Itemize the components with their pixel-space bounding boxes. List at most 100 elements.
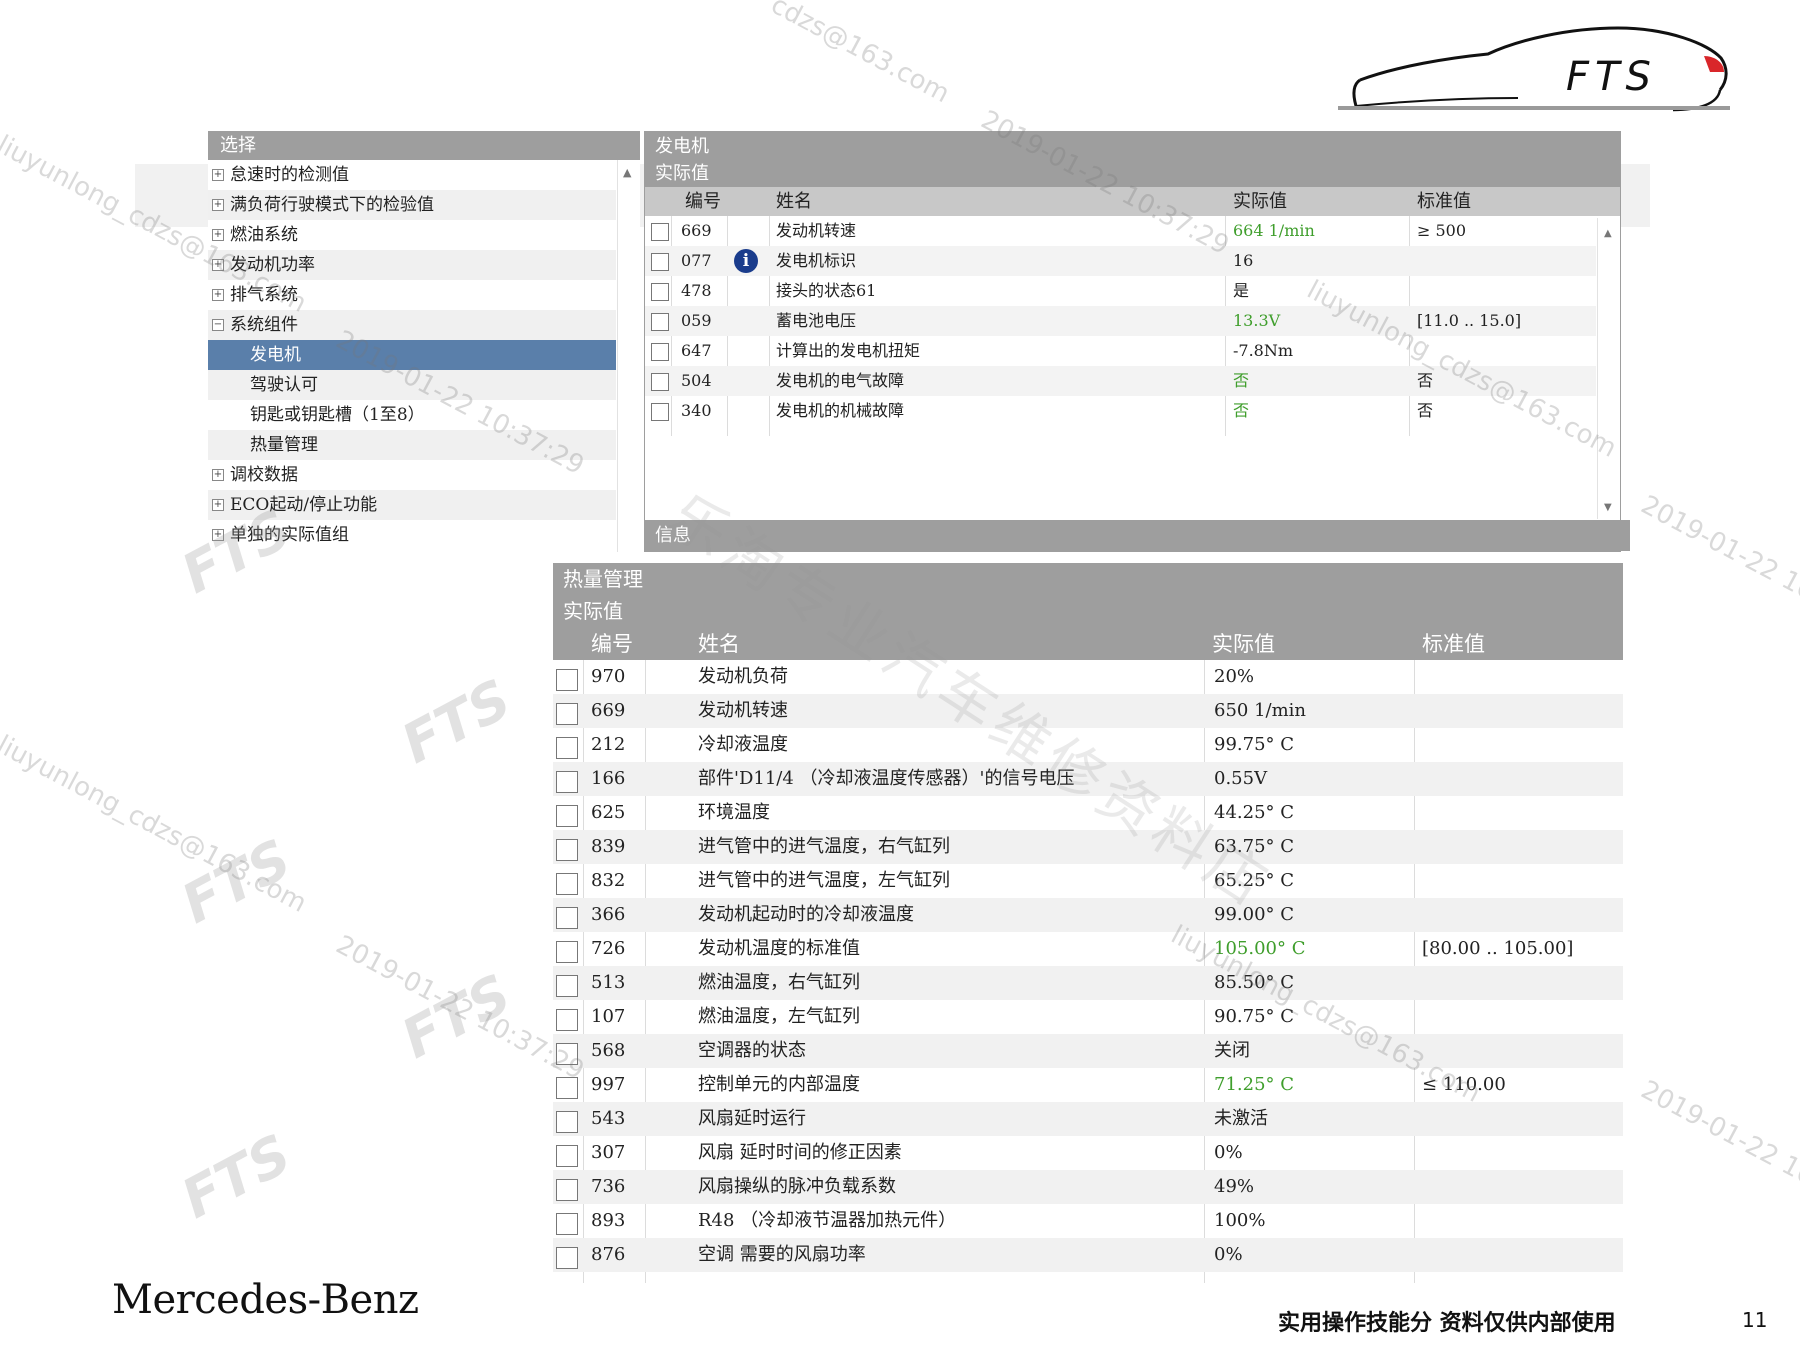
expand-icon[interactable]: + (212, 289, 224, 301)
tree-item-thermal-management[interactable]: 热量管理 (208, 430, 616, 460)
row-checkbox[interactable] (556, 771, 578, 793)
row-checkbox[interactable] (556, 1247, 578, 1269)
scroll-up-icon[interactable]: ▲ (1604, 228, 1612, 239)
col-actual[interactable]: 实际值 (1212, 628, 1275, 660)
row-standard: [80.00 .. 105.00] (1422, 938, 1574, 959)
table-row[interactable]: 970 发动机负荷 20% (553, 660, 1623, 694)
row-id: 366 (591, 904, 626, 925)
row-checkbox[interactable] (651, 253, 669, 271)
row-checkbox[interactable] (651, 223, 669, 241)
col-standard[interactable]: 标准值 (1422, 628, 1485, 660)
table-row[interactable]: 543 风扇延时运行 未激活 (553, 1102, 1623, 1136)
row-checkbox[interactable] (651, 373, 669, 391)
row-checkbox[interactable] (556, 805, 578, 827)
tree-scrollbar[interactable]: ▲ (617, 160, 640, 552)
table-row[interactable]: 625 环境温度 44.25° C (553, 796, 1623, 830)
table-row[interactable]: 726 发动机温度的标准值 105.00° C [80.00 .. 105.00… (553, 932, 1623, 966)
table-row[interactable]: 077 i 发电机标识 16 (645, 246, 1596, 276)
table-row[interactable]: 832 进气管中的进气温度，左气缸列 65.25° C (553, 864, 1623, 898)
row-checkbox[interactable] (556, 941, 578, 963)
row-checkbox[interactable] (651, 403, 669, 421)
table-row[interactable]: 212 冷却液温度 99.75° C (553, 728, 1623, 762)
row-checkbox[interactable] (556, 1009, 578, 1031)
row-checkbox[interactable] (556, 1179, 578, 1201)
tree-item-eco-start-stop[interactable]: + ECO起动/停止功能 (208, 490, 616, 520)
row-checkbox[interactable] (651, 313, 669, 331)
table-row[interactable]: 504 发电机的电气故障 否 否 (645, 366, 1596, 396)
watermark-fts: FTS (391, 667, 521, 776)
col-name[interactable]: 姓名 (776, 187, 812, 216)
col-name[interactable]: 姓名 (698, 628, 740, 660)
row-checkbox[interactable] (556, 1111, 578, 1133)
table-row[interactable]: 997 控制单元的内部温度 71.25° C ≤ 110.00 (553, 1068, 1623, 1102)
expand-icon[interactable]: + (212, 229, 224, 241)
row-name: 风扇操纵的脉冲负载系数 (698, 1176, 896, 1197)
table-row[interactable]: 669 发动机转速 650 1/min (553, 694, 1623, 728)
row-checkbox[interactable] (556, 975, 578, 997)
tree-item-engine-power[interactable]: + 发动机功率 (208, 250, 616, 280)
tree-item-idle-values[interactable]: + 怠速时的检测值 (208, 160, 616, 190)
generator-scrollbar[interactable]: ▲ ▼ (1597, 218, 1620, 519)
row-name: 蓄电池电压 (776, 311, 857, 330)
expand-icon[interactable]: + (212, 469, 224, 481)
tree-item-fuel-system[interactable]: + 燃油系统 (208, 220, 616, 250)
table-row[interactable]: 893 R48 （冷却液节温器加热元件） 100% (553, 1204, 1623, 1238)
table-row[interactable]: 340 发电机的机械故障 否 否 (645, 396, 1596, 426)
col-id[interactable]: 编号 (591, 628, 633, 660)
table-row[interactable]: 876 空调 需要的风扇功率 0% (553, 1238, 1623, 1272)
row-id: 669 (681, 221, 712, 240)
tree-item-keys[interactable]: 钥匙或钥匙槽（1至8） (208, 400, 616, 430)
expand-icon[interactable]: + (212, 259, 224, 271)
row-checkbox[interactable] (556, 1043, 578, 1065)
row-checkbox[interactable] (556, 1077, 578, 1099)
row-checkbox[interactable] (556, 873, 578, 895)
row-id: 543 (591, 1108, 626, 1129)
table-row[interactable]: 736 风扇操纵的脉冲负载系数 49% (553, 1170, 1623, 1204)
table-row[interactable]: 366 发动机起动时的冷却液温度 99.00° C (553, 898, 1623, 932)
tree-item-calibration-data[interactable]: + 调校数据 (208, 460, 616, 490)
table-row[interactable]: 059 蓄电池电压 13.3V [11.0 .. 15.0] (645, 306, 1596, 336)
row-actual: 关闭 (1214, 1040, 1250, 1061)
tree-item-system-components[interactable]: − 系统组件 (208, 310, 616, 340)
table-row[interactable]: 647 计算出的发电机扭矩 -7.8Nm (645, 336, 1596, 366)
tree-item-generator[interactable]: 发电机 (208, 340, 616, 370)
row-actual: 0.55V (1214, 768, 1268, 789)
row-checkbox[interactable] (556, 839, 578, 861)
row-checkbox[interactable] (651, 283, 669, 301)
expand-icon[interactable]: + (212, 199, 224, 211)
footer-note: 实用操作技能分 资料仅供内部使用 (1278, 1311, 1616, 1336)
table-row[interactable]: 307 风扇 延时时间的修正因素 0% (553, 1136, 1623, 1170)
table-row[interactable]: 513 燃油温度，右气缸列 85.50° C (553, 966, 1623, 1000)
row-checkbox[interactable] (556, 907, 578, 929)
scroll-down-icon[interactable]: ▼ (1604, 502, 1612, 513)
tree-item-label: 发动机功率 (230, 255, 315, 275)
col-actual[interactable]: 实际值 (1233, 187, 1287, 216)
collapse-icon[interactable]: − (212, 319, 224, 331)
watermark-email: liuyunlong_cdzs@163.com (0, 730, 312, 919)
table-row[interactable]: 669 发动机转速 664 1/min ≥ 500 (645, 216, 1596, 246)
table-row[interactable]: 568 空调器的状态 关闭 (553, 1034, 1623, 1068)
table-row[interactable]: 478 接头的状态61 是 (645, 276, 1596, 306)
expand-icon[interactable]: + (212, 529, 224, 541)
row-checkbox[interactable] (651, 343, 669, 361)
row-checkbox[interactable] (556, 737, 578, 759)
row-checkbox[interactable] (556, 1213, 578, 1235)
table-row[interactable]: 166 部件'D11/4 （冷却液温度传感器）'的信号电压 0.55V (553, 762, 1623, 796)
expand-icon[interactable]: + (212, 169, 224, 181)
row-actual: 0% (1214, 1142, 1243, 1163)
tree-item-individual-groups[interactable]: + 单独的实际值组 (208, 520, 616, 550)
info-icon[interactable]: i (734, 249, 758, 273)
row-checkbox[interactable] (556, 669, 578, 691)
col-standard[interactable]: 标准值 (1417, 187, 1471, 216)
col-id[interactable]: 编号 (685, 187, 721, 216)
row-checkbox[interactable] (556, 703, 578, 725)
expand-icon[interactable]: + (212, 499, 224, 511)
tree-item-full-load-values[interactable]: + 满负荷行驶模式下的检验值 (208, 190, 616, 220)
scroll-up-icon[interactable]: ▲ (623, 166, 631, 179)
table-row[interactable]: 839 进气管中的进气温度，右气缸列 63.75° C (553, 830, 1623, 864)
tree-item-drive-authorization[interactable]: 驾驶认可 (208, 370, 616, 400)
table-row[interactable]: 107 燃油温度，左气缸列 90.75° C (553, 1000, 1623, 1034)
row-name: 环境温度 (698, 802, 770, 823)
row-checkbox[interactable] (556, 1145, 578, 1167)
tree-item-exhaust-system[interactable]: + 排气系统 (208, 280, 616, 310)
